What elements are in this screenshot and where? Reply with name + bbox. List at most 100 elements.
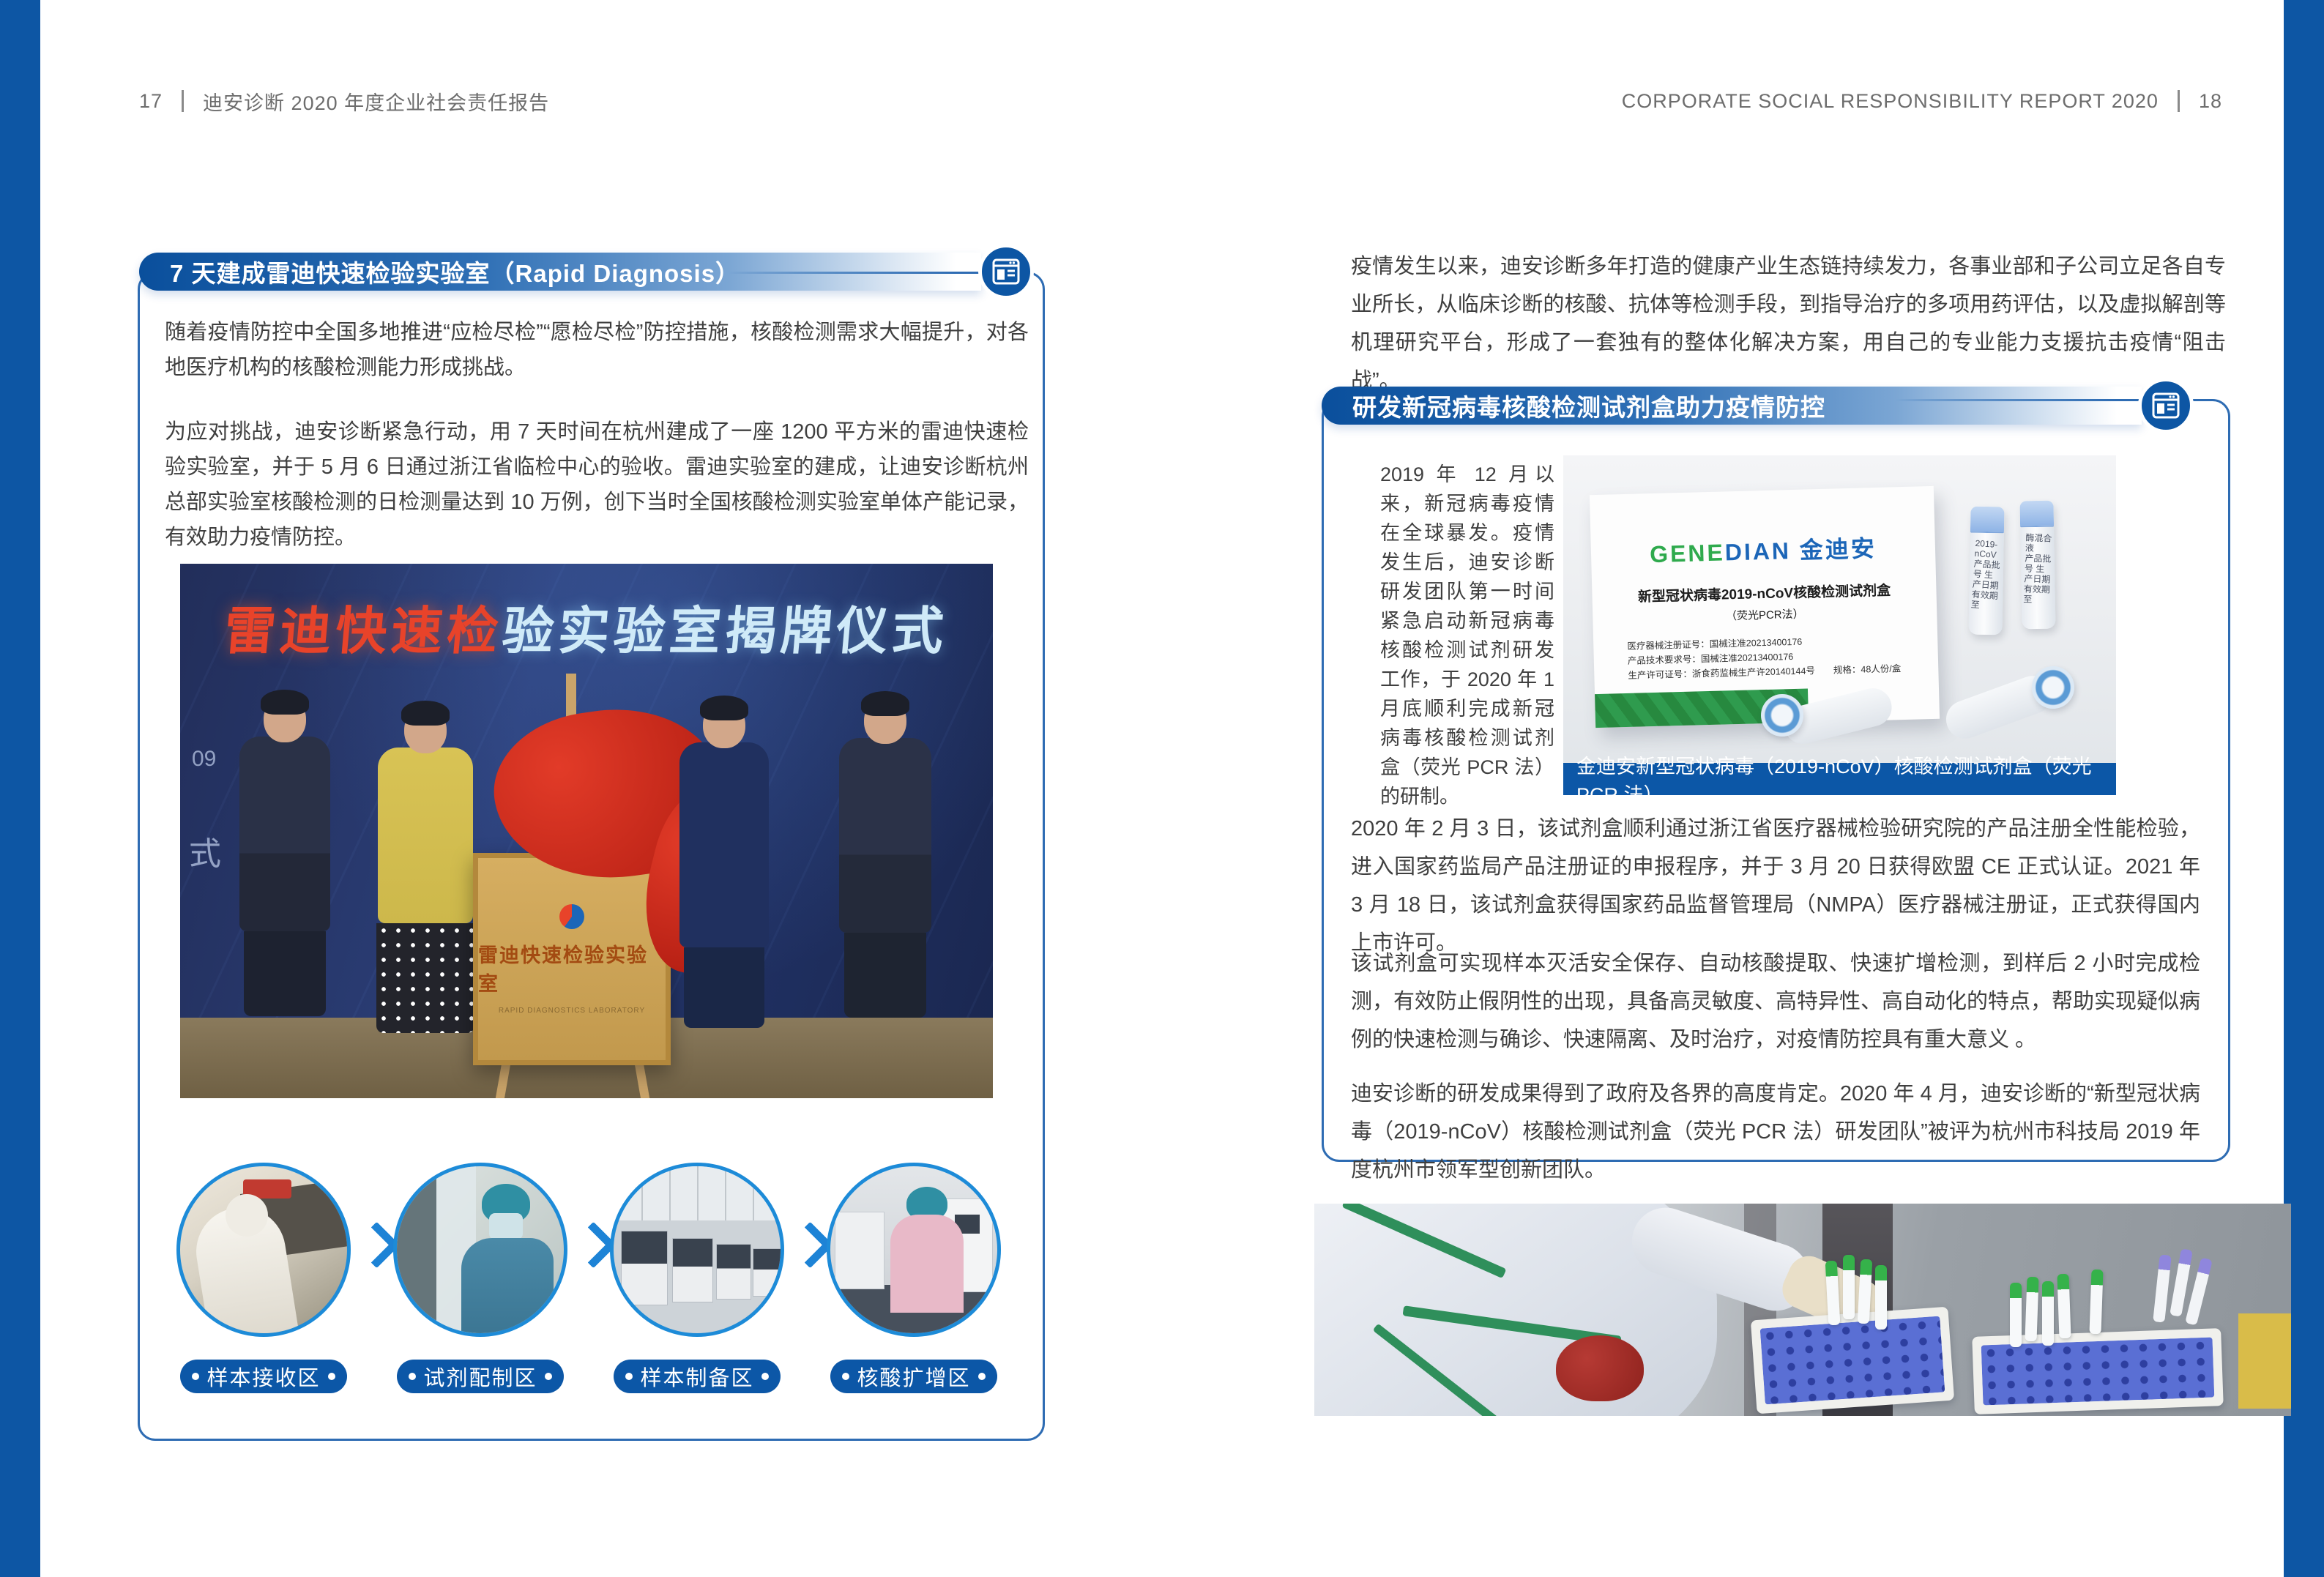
plaque-logo xyxy=(559,904,584,929)
tube1-name: 2019-nCoV xyxy=(1974,538,1998,560)
left-edge-band xyxy=(0,0,40,1577)
lab-worker-photo xyxy=(1314,1204,2291,1416)
tube-rack-frame xyxy=(1751,1307,1954,1414)
laboratory-plaque: 雷迪快速检验实验室 RAPID DIAGNOSTICS LABORATORY xyxy=(473,853,671,1065)
ceremony-photo: 雷迪快速检验实验室揭牌仪式 09 式 雷迪快速检验实验室 RAPID DIAGN… xyxy=(180,564,993,1098)
tube-rack-holes xyxy=(1760,1316,1945,1405)
left-paragraph-1: 随着疫情防控中全国多地推进“应检尽检”“愿检尽检”防控措施，核酸检测需求大幅提升… xyxy=(165,315,1029,385)
left-section-title: 7 天建成雷迪快速检验实验室（Rapid Diagnosis） xyxy=(170,254,740,289)
running-head-left: 17 迪安诊断 2020 年度企业社会责任报告 xyxy=(139,86,549,116)
page-number-right: 18 xyxy=(2199,90,2222,113)
brand-cn: 金迪安 xyxy=(1791,535,1877,564)
workflow-photo-nucleic-acid-amplification xyxy=(827,1163,1001,1337)
person-suit-right xyxy=(824,697,945,1018)
tube-sub: 产品批号 生产日期 有效期至 xyxy=(1970,559,2000,611)
pink-gown-figure xyxy=(890,1215,964,1313)
brand-gene: GENE xyxy=(1650,539,1726,567)
kit-subtitle: （荧光PCR法） xyxy=(1726,606,1804,624)
pill-label: 试剂配制区 xyxy=(423,1361,537,1392)
person-legs xyxy=(844,933,926,1018)
tube-sub: 产品批号 生产日期 有效期至 xyxy=(2023,553,2051,604)
reagent-tube-1: 2019-nCoV产品批号 生产日期 有效期至 xyxy=(1968,507,2004,635)
kit-registration-lines: 医疗器械注册证号：国械注准20213400176 产品技术要求号：国械注准202… xyxy=(1593,632,1901,684)
screen-side-text-bottom: 式 xyxy=(189,827,221,874)
kit-spec: 规格：48人份/盒 xyxy=(1833,663,1902,675)
lab-instrument xyxy=(621,1231,668,1305)
running-head-separator xyxy=(2178,90,2180,112)
person-navy-dress xyxy=(663,701,784,1028)
lab-ceiling xyxy=(614,1166,781,1220)
person-legs xyxy=(684,947,764,1028)
test-kit-caption: 金迪安新型冠状病毒（2019-nCoV）核酸检测试剂盒（荧光 PCR 法） xyxy=(1563,763,2116,795)
tube-ring-cap xyxy=(2032,666,2074,709)
tube-ring-cap xyxy=(1761,694,1803,737)
plaque-title: 雷迪快速检验实验室 xyxy=(478,939,666,996)
plaque-subtitle: RAPID DIAGNOSTICS LABORATORY xyxy=(499,1007,645,1015)
person-torso xyxy=(378,748,473,923)
green-cap-tube xyxy=(2089,1270,2103,1335)
workflow-label-sample-reception: 样本接收区 xyxy=(180,1360,347,1393)
brand-logo: GENEDIAN 金迪安 xyxy=(1650,530,1877,570)
hood xyxy=(226,1194,268,1237)
purple-cap-tube xyxy=(2153,1254,2172,1322)
tube-label: 酶混合液产品批号 生产日期 有效期至 xyxy=(2019,526,2056,605)
person-head xyxy=(404,707,447,753)
csr-report-spread: 17 迪安诊断 2020 年度企业社会责任报告 CORPORATE SOCIAL… xyxy=(0,0,2324,1577)
document-icon-glyph xyxy=(2150,390,2181,421)
running-head-separator xyxy=(182,90,184,112)
person-yellow-jacket xyxy=(363,707,488,1033)
person-head xyxy=(264,696,306,742)
person-suit-left xyxy=(224,696,345,1016)
person-torso xyxy=(839,738,931,933)
green-cap-tube xyxy=(2042,1281,2054,1346)
test-kit-photo: GENEDIAN 金迪安 新型冠状病毒2019-nCoV核酸检测试剂盒 （荧光P… xyxy=(1563,455,2116,763)
person-head xyxy=(864,697,906,744)
tube-rack-holes xyxy=(1981,1338,2215,1406)
reg-line-3-text: 生产许可证号：浙食药监械生产许20140144号 xyxy=(1628,666,1815,681)
right-intro-paragraph: 疫情发生以来，迪安诊断多年打造的健康产业生态链持续发力，各事业部和子公司立足各自… xyxy=(1351,247,2226,400)
face-mask xyxy=(489,1213,523,1239)
screen-title-cyan: 验实验室揭牌仪式 xyxy=(500,603,950,660)
workflow-label-reagent-preparation: 试剂配制区 xyxy=(397,1360,564,1393)
pcr-machine xyxy=(835,1212,884,1289)
right-section-title: 研发新冠病毒核酸检测试剂盒助力疫情防控 xyxy=(1352,388,1825,423)
running-head-right: CORPORATE SOCIAL RESPONSIBILITY REPORT 2… xyxy=(1622,86,2222,116)
kit-title: 新型冠状病毒2019-nCoV核酸检测试剂盒 xyxy=(1638,579,1891,605)
document-icon xyxy=(978,244,1034,299)
left-paragraph-2: 为应对挑战，迪安诊断紧急行动，用 7 天时间在杭州建成了一座 1200 平方米的… xyxy=(165,414,1029,555)
caption-text: 金迪安新型冠状病毒（2019-nCoV）核酸检测试剂盒（荧光 PCR 法） xyxy=(1576,750,2116,808)
pill-label: 样本制备区 xyxy=(640,1361,753,1392)
green-cap-tube xyxy=(1875,1265,1887,1330)
person-torso xyxy=(679,742,769,947)
workflow-photo-reagent-preparation xyxy=(393,1163,567,1337)
report-title-cn: 迪安诊断 2020 年度企业社会责任报告 xyxy=(203,87,549,116)
person-skirt xyxy=(376,923,474,1033)
pill-label: 样本接收区 xyxy=(206,1361,320,1392)
scrub-gown-figure xyxy=(461,1238,554,1337)
right-paragraph-3: 迪安诊断的研发成果得到了政府及各界的高度肯定。2020 年 4 月，迪安诊断的“… xyxy=(1351,1075,2200,1189)
green-cap-tube xyxy=(2057,1274,2071,1339)
right-side-paragraph: 2019 年 12 月以来，新冠病毒疫情在全球暴发。疫情发生后，迪安诊断研发团队… xyxy=(1380,460,1554,811)
green-cap-tube xyxy=(1843,1255,1855,1319)
lab-instrument xyxy=(753,1248,782,1297)
reagent-tube-2: 酶混合液产品批号 生产日期 有效期至 xyxy=(2019,501,2055,630)
right-paragraph-2: 该试剂盒可实现样本灭活安全保存、自动核酸提取、快速扩增检测，到样后 2 小时完成… xyxy=(1351,944,2200,1059)
left-section-header: 7 天建成雷迪快速检验实验室（Rapid Diagnosis） xyxy=(139,253,981,291)
tube-cap xyxy=(1970,507,2005,534)
brand-dian: DIAN xyxy=(1724,537,1791,565)
tube2-name: 酶混合液 xyxy=(2025,532,2052,553)
workflow-photo-sample-reception xyxy=(176,1163,351,1337)
lab-instrument xyxy=(716,1244,751,1300)
right-section-header: 研发新冠病毒核酸检测试剂盒助力疫情防控 xyxy=(1322,387,2142,425)
tube-cap xyxy=(2019,501,2054,528)
page-number-left: 17 xyxy=(139,90,163,113)
pill-label: 核酸扩增区 xyxy=(857,1361,970,1392)
person-head xyxy=(703,701,745,748)
tube-label: 2019-nCoV产品批号 生产日期 有效期至 xyxy=(1967,532,2005,612)
right-paragraph-1: 2020 年 2 月 3 日，该试剂盒顺利通过浙江省医疗器械检验研究院的产品注册… xyxy=(1351,810,2200,962)
screen-title-red: 雷迪快速检 xyxy=(222,603,505,660)
document-icon-glyph xyxy=(991,256,1021,287)
yellow-container xyxy=(2238,1313,2291,1409)
door-frame xyxy=(393,1163,436,1337)
test-kit-box: GENEDIAN 金迪安 新型冠状病毒2019-nCoV核酸检测试剂盒 （荧光P… xyxy=(1590,486,1940,728)
